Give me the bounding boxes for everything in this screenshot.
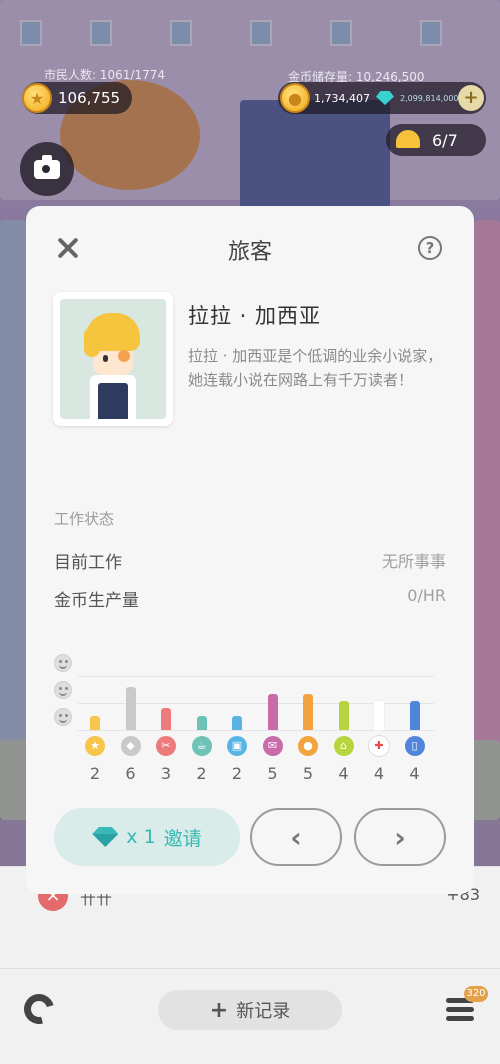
- chart-value-label: 5: [302, 764, 314, 783]
- tools-icon: ✂: [156, 736, 176, 756]
- gem-icon: [92, 827, 118, 847]
- camera-icon: [34, 154, 60, 179]
- chart-bar: [196, 715, 207, 730]
- gamepad-icon: ●: [298, 736, 318, 756]
- chart-value-label: 4: [409, 764, 420, 783]
- current-job-row: 目前工作 无所事事: [54, 548, 446, 573]
- health-icon: ✚: [369, 736, 389, 756]
- chart-column: ✉ 5: [256, 646, 290, 786]
- phone-icon: ▯: [404, 736, 425, 756]
- cup-icon: ☕: [191, 736, 212, 756]
- star-icon: ★: [22, 83, 52, 113]
- happy-face-icon: [54, 654, 72, 672]
- chart-bar: [409, 701, 420, 730]
- new-record-button[interactable]: + 新记录: [158, 990, 342, 1030]
- menu-badge: 320: [464, 986, 488, 1002]
- chart-column: ✚ 4: [362, 646, 396, 786]
- tag-icon: ◆: [120, 736, 141, 756]
- chart-value-label: 4: [338, 764, 349, 783]
- character-description: 拉拉 · 加西亚是个低调的业余小说家，她连载小说在网路上有千万读者！: [188, 347, 443, 389]
- character-portrait: [53, 292, 173, 426]
- card-title: 旅客: [227, 240, 272, 265]
- coin-output-value: 0/HR: [407, 586, 446, 605]
- current-job-label: 目前工作: [54, 553, 122, 573]
- coin-output-label: 金币生产量: [54, 591, 139, 611]
- population-caption: 市民人数: 1061/1774: [44, 68, 165, 82]
- chart-column: ⌂ 4: [327, 646, 361, 786]
- chevron-right-icon: ›: [394, 820, 406, 854]
- stars-counter[interactable]: ★ 106,755: [22, 82, 132, 114]
- plus-icon: +: [209, 997, 229, 1023]
- chart-column: ● 5: [291, 646, 325, 786]
- chart-value-label: 2: [231, 764, 243, 783]
- chart-value-label: 6: [125, 764, 136, 783]
- bus-icon: ▣: [227, 736, 247, 756]
- coin-stack-icon: ●: [280, 83, 310, 113]
- chart-bar: [161, 708, 171, 730]
- neutral-face-icon: [54, 681, 72, 699]
- divider: [0, 968, 500, 969]
- chart-bar: [267, 694, 278, 730]
- help-button[interactable]: ?: [418, 236, 442, 260]
- chart-value-label: 2: [196, 764, 207, 783]
- chart-value-label: 5: [267, 764, 278, 783]
- chart-bar: [125, 686, 136, 730]
- next-button[interactable]: ›: [354, 808, 446, 866]
- previous-button[interactable]: ‹: [250, 808, 342, 866]
- camera-button[interactable]: [20, 142, 74, 196]
- coin-output-row: 金币生产量 0/HR: [54, 586, 446, 611]
- invite-label: 邀请: [163, 827, 202, 850]
- helmet-value: 6/7: [432, 130, 458, 150]
- bottom-bar: + 新记录 320: [0, 918, 500, 1064]
- character-name: 拉拉 · 加西亚: [188, 304, 322, 328]
- add-currency-button[interactable]: +: [458, 85, 484, 111]
- chart-bar: [338, 701, 349, 730]
- helmet-icon: [396, 130, 420, 148]
- invite-count: x 1: [126, 826, 156, 848]
- character-avatar: [60, 299, 166, 419]
- gem-icon: [375, 91, 394, 105]
- chart-bar: [303, 694, 313, 730]
- chart-value-label: 3: [160, 764, 172, 783]
- chart-value-label: 4: [373, 764, 385, 783]
- stars-value: 106,755: [58, 89, 121, 107]
- gems-value: 2,099,814,000: [399, 93, 459, 103]
- chart-bar: [232, 715, 242, 730]
- builders-counter[interactable]: 6/7: [386, 124, 486, 156]
- chart-column: ★ 2: [78, 646, 112, 786]
- home-icon: ⌂: [333, 736, 354, 756]
- chart-bar: [90, 715, 100, 730]
- chart-bar: [374, 701, 384, 730]
- currency-counter[interactable]: ● 1,734,407 2,099,814,000 +: [278, 82, 486, 114]
- new-record-label: 新记录: [236, 1001, 291, 1022]
- invite-button[interactable]: x 1 邀请: [54, 808, 240, 866]
- chart-column: ✂ 3: [149, 646, 183, 786]
- neutral-face-icon: [54, 708, 72, 726]
- chart-column: ▣ 2: [220, 646, 254, 786]
- chart-column: ◆ 6: [114, 646, 148, 786]
- chart-column: ☕ 2: [185, 646, 219, 786]
- current-job-value: 无所事事: [381, 552, 446, 571]
- star-icon: ★: [85, 736, 105, 756]
- chart-column: ▯ 4: [398, 646, 432, 786]
- traveler-card: 旅客 ? 拉拉 · 加西亚 拉拉 · 加西亚是个低调的业余小说家，她连载小说在网…: [26, 206, 474, 894]
- chart-value-label: 2: [89, 764, 101, 783]
- pie-chart-icon[interactable]: [18, 988, 60, 1030]
- work-status-label: 工作状态: [54, 510, 115, 528]
- mail-icon: ✉: [262, 736, 283, 756]
- coins-value: 1,734,407: [314, 91, 370, 105]
- chevron-left-icon: ‹: [290, 820, 302, 854]
